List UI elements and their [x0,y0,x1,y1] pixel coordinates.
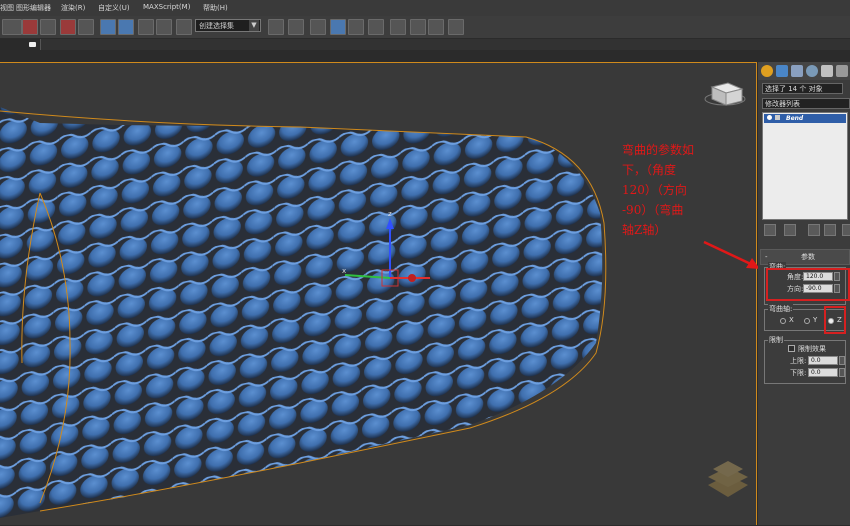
motion-tab-icon[interactable] [806,65,818,77]
annotation-line: 下，（角度 [622,163,677,177]
snap-toggle-icon[interactable] [100,19,116,35]
bind-space-warp-icon[interactable] [40,19,56,35]
select-object-icon[interactable] [60,19,76,35]
axis-label-x: x [342,267,346,275]
make-unique-icon[interactable] [808,224,820,236]
bent-mesh[interactable] [0,103,620,523]
annotation-note: 弯曲的参数如 下，（角度 120）（方向 -90）（弯曲 轴Z轴） [622,140,734,240]
percent-snap-icon[interactable] [138,19,154,35]
create-tab-icon[interactable] [761,65,773,77]
scene-canvas: x z [0,82,746,523]
remove-modifier-icon[interactable] [824,224,836,236]
modify-tab-icon[interactable] [776,65,788,77]
edit-named-selection-icon[interactable] [176,19,192,35]
annotation-line: -90）（弯曲 [622,203,684,217]
bend-axis-group-title: 弯曲轴: [768,304,794,314]
select-by-name-icon[interactable] [78,19,94,35]
annotation-line: 弯曲的参数如 [622,143,695,157]
watermark-emblem-icon [708,461,748,497]
configure-sets-icon[interactable] [842,224,850,236]
limits-group-title: 限制 [768,335,784,345]
parameters-rollout-title: 参数 [801,253,815,261]
named-selection-set-value: 创建选择集 [199,22,234,30]
angle-snap-icon[interactable] [118,19,134,35]
view-cube[interactable] [704,82,746,106]
menu-item-help[interactable]: 帮助(H) [203,3,228,13]
stack-toolbar [762,222,850,236]
graphite-ribbon-icon[interactable] [330,19,346,35]
pin-stack-icon[interactable] [764,224,776,236]
modifier-list-dropdown[interactable]: 修改器列表 [762,98,850,109]
expand-icon[interactable] [775,115,780,120]
lower-limit-arrows[interactable] [839,368,845,377]
named-selection-set-dropdown[interactable]: 创建选择集 ▼ [195,19,261,32]
unlink-icon[interactable] [22,19,38,35]
axis-x-radio[interactable] [780,318,786,324]
limit-effect-label: 限制效果 [798,345,826,353]
mirror-icon[interactable] [268,19,284,35]
annotation-line: 120）（方向 [622,183,687,197]
curve-editor-icon[interactable] [348,19,364,35]
upper-limit-field[interactable]: 0.0 [808,356,838,365]
axis-y-label: Y [813,316,818,324]
menu-item-rendering[interactable]: 渲染(R) [61,3,85,13]
render-setup-icon[interactable] [410,19,426,35]
axis-y-radio[interactable] [804,318,810,324]
viewport-tab-bar [0,39,850,50]
align-icon[interactable] [288,19,304,35]
upper-limit-arrows[interactable] [839,356,845,365]
watermark-logo [703,455,833,500]
display-tab-icon[interactable] [821,65,833,77]
rendered-frame-window-icon[interactable] [428,19,444,35]
main-toolbar: 创建选择集 ▼ [0,16,850,39]
material-editor-icon[interactable] [390,19,406,35]
menu-item-graph-editors[interactable]: 图形编辑器 [16,3,51,13]
viewport-toggle-icon[interactable] [29,42,36,47]
limit-effect-checkbox[interactable] [788,345,795,352]
highlight-z-axis [824,306,846,334]
chevron-down-icon: ▼ [249,20,259,31]
show-end-result-icon[interactable] [784,224,796,236]
lower-limit-field[interactable]: 0.0 [808,368,838,377]
upper-limit-label: 上限: [790,357,807,365]
perspective-viewport[interactable]: x z [0,62,760,525]
menu-item-maxscript[interactable]: MAXScript(M) [143,3,190,11]
highlight-bend-params [766,268,850,301]
lower-limit-label: 下限: [790,369,807,377]
layer-manager-icon[interactable] [310,19,326,35]
axis-x-label: X [789,316,794,324]
axis-label-z: z [388,210,392,218]
link-tool-icon[interactable] [2,19,22,35]
annotation-line: 轴Z轴） [622,223,667,237]
render-production-icon[interactable] [448,19,464,35]
menu-bar: 视图 图形编辑器 渲染(R) 自定义(U) MAXScript(M) 帮助(H) [0,0,850,17]
utilities-tab-icon[interactable] [836,65,848,77]
object-name-field[interactable]: 选择了 14 个 对象 [762,83,843,94]
hierarchy-tab-icon[interactable] [791,65,803,77]
menu-item-view[interactable]: 视图 [0,3,14,13]
viewport-tab[interactable] [0,39,41,50]
light-bulb-icon[interactable] [767,115,772,120]
spinner-snap-icon[interactable] [156,19,172,35]
command-panel-tabs [758,62,850,80]
modifier-stack[interactable]: Bend [762,112,848,220]
menu-item-customize[interactable]: 自定义(U) [98,3,130,13]
schematic-view-icon[interactable] [368,19,384,35]
